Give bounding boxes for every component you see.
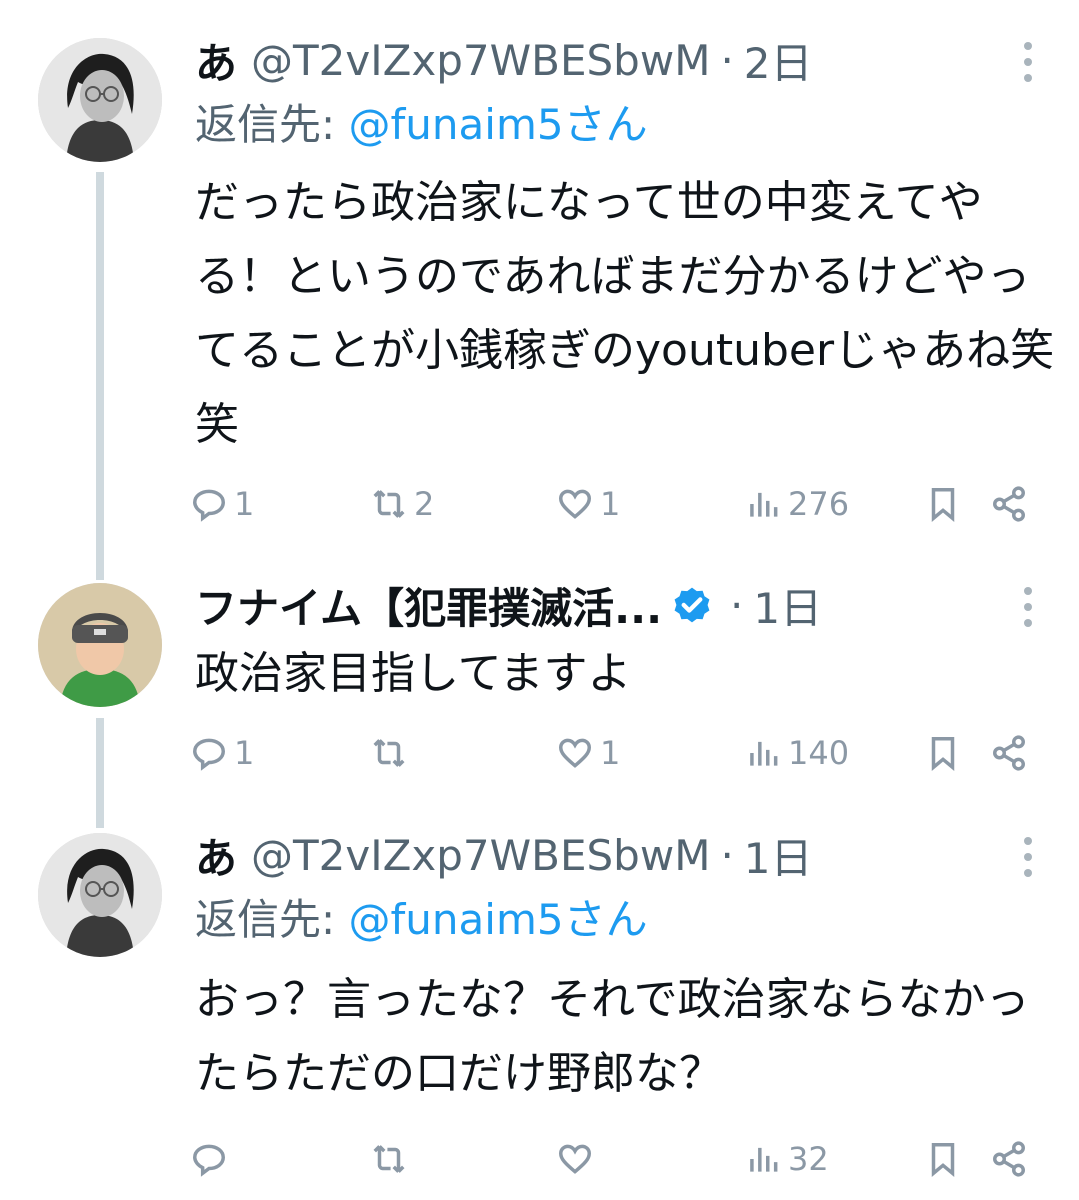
avatar[interactable] [38, 583, 162, 707]
reply-to-label: 返信先: [195, 100, 349, 149]
tweet-text: だったら政治家になって世の中変えてやる！というのであればまだ分かるけどやってるこ… [195, 177, 1055, 450]
like-button[interactable]: 1 [556, 725, 620, 781]
retweet-count: 2 [414, 485, 435, 523]
analytics-icon [750, 741, 778, 766]
tweet-header: あ @T2vIZxp7WBESbwM · 1日 [195, 825, 1059, 885]
reply-icon [193, 738, 225, 771]
person-photo-icon [38, 583, 162, 707]
display-name[interactable]: あ [195, 30, 237, 91]
tweet-actions: 1 1 140 [0, 725, 1079, 781]
views-button[interactable]: 276 [744, 476, 849, 532]
view-count: 140 [788, 734, 850, 772]
views-button[interactable]: 140 [744, 725, 849, 781]
reply-to-line: 返信先: @funaim5さん [195, 90, 1059, 160]
tweet-actions: 1 2 1 276 [0, 476, 1079, 532]
like-count: 1 [600, 485, 621, 523]
person-photo-icon [38, 833, 162, 957]
reply-to-label: 返信先: [195, 895, 349, 944]
heart-icon [559, 489, 591, 519]
reply-mention-link[interactable]: @funaim5さん [349, 895, 648, 944]
share-icon [993, 486, 1025, 522]
reply-mention-link[interactable]: @funaim5さん [349, 100, 648, 149]
retweet-icon [373, 490, 405, 518]
share-button[interactable] [990, 476, 1034, 532]
reply-to-line: 返信先: @funaim5さん [195, 885, 1059, 955]
bookmark-icon [931, 488, 955, 522]
person-photo-icon [38, 38, 162, 162]
timestamp[interactable]: 2日 [744, 30, 813, 91]
timestamp[interactable]: 1日 [753, 575, 822, 636]
retweet-icon [373, 1145, 405, 1173]
bookmark-button[interactable] [924, 476, 968, 532]
user-handle[interactable]: @T2vIZxp7WBESbwM [251, 831, 710, 880]
heart-icon [559, 738, 591, 768]
tweet-header: あ @T2vIZxp7WBESbwM · 2日 [195, 30, 1059, 90]
separator-dot: · [720, 830, 734, 880]
tweet-actions: 32 [0, 1131, 1079, 1187]
display-name[interactable]: フナイム【犯罪撲滅活... [195, 575, 662, 636]
bookmark-button[interactable] [924, 1131, 968, 1187]
views-button[interactable]: 32 [744, 1131, 829, 1187]
user-handle[interactable]: @T2vIZxp7WBESbwM [251, 36, 710, 85]
bookmark-icon [931, 1143, 955, 1177]
tweet-text: おっ？言ったな？それで政治家ならなかったらただの口だけ野郎な？ [195, 974, 1030, 1099]
more-options-button[interactable] [1021, 32, 1035, 92]
separator-dot: · [730, 580, 744, 630]
reply-icon [193, 489, 225, 522]
retweet-icon [373, 739, 405, 767]
more-options-button[interactable] [1021, 577, 1035, 637]
share-icon [993, 735, 1025, 771]
heart-icon [559, 1144, 591, 1174]
tweet[interactable]: あ @T2vIZxp7WBESbwM · 1日 返信先: @funaim5さん … [0, 825, 1079, 1200]
reply-button[interactable] [190, 1131, 234, 1187]
more-options-button[interactable] [1021, 827, 1035, 887]
retweet-button[interactable] [370, 1131, 414, 1187]
tweet[interactable]: フナイム【犯罪撲滅活... · 1日 政治家目指してますよ 1 1 140 [0, 575, 1079, 790]
share-button[interactable] [990, 725, 1034, 781]
like-button[interactable] [556, 1131, 600, 1187]
reply-button[interactable]: 1 [190, 476, 254, 532]
analytics-icon [750, 492, 778, 517]
tweet-text: 政治家目指してますよ [195, 648, 632, 699]
reply-button[interactable]: 1 [190, 725, 254, 781]
display-name[interactable]: あ [195, 825, 237, 886]
reply-icon [193, 1144, 225, 1177]
bookmark-button[interactable] [924, 725, 968, 781]
view-count: 276 [788, 485, 850, 523]
retweet-button[interactable]: 2 [370, 476, 434, 532]
avatar[interactable] [38, 38, 162, 162]
analytics-icon [750, 1147, 778, 1172]
tweet[interactable]: あ @T2vIZxp7WBESbwM · 2日 返信先: @funaim5さん … [0, 30, 1079, 550]
like-count: 1 [600, 734, 621, 772]
verified-badge-icon [674, 587, 710, 623]
tweet-header: フナイム【犯罪撲滅活... · 1日 [195, 575, 1059, 635]
timestamp[interactable]: 1日 [744, 825, 813, 886]
bookmark-icon [931, 737, 955, 771]
reply-count: 1 [234, 734, 255, 772]
share-icon [993, 1141, 1025, 1177]
reply-count: 1 [234, 485, 255, 523]
separator-dot: · [720, 35, 734, 85]
retweet-button[interactable] [370, 725, 414, 781]
share-button[interactable] [990, 1131, 1034, 1187]
avatar[interactable] [38, 833, 162, 957]
view-count: 32 [788, 1140, 829, 1178]
like-button[interactable]: 1 [556, 476, 620, 532]
